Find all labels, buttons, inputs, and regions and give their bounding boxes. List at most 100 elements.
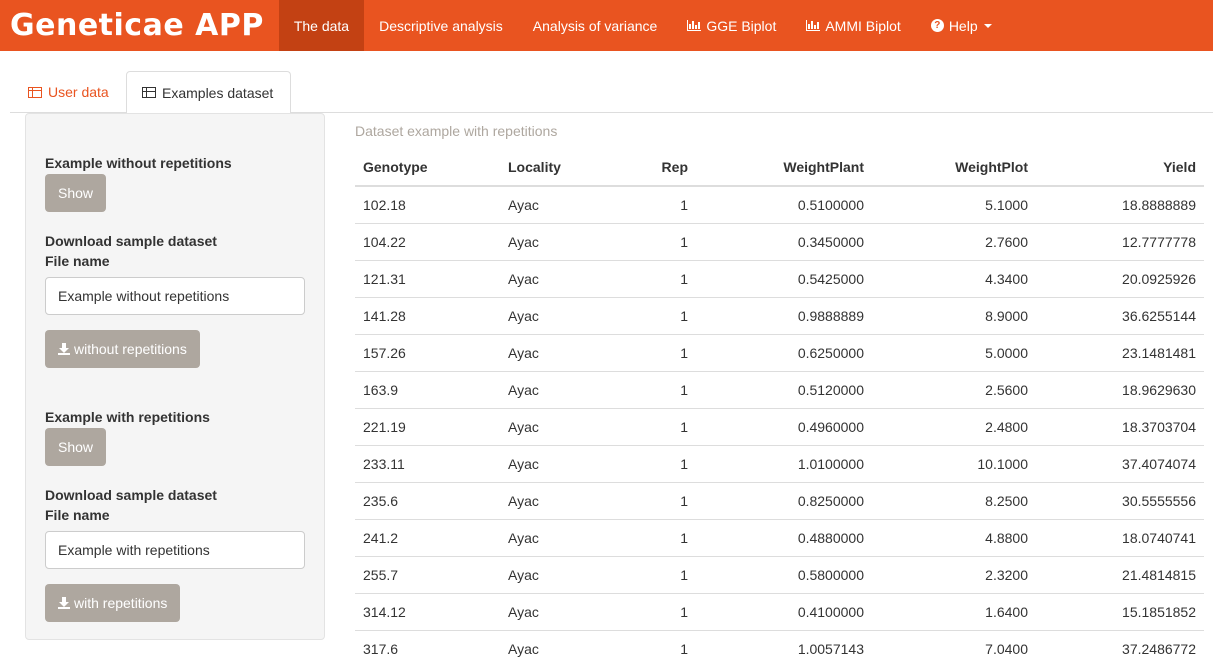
- cell-locality: Ayac: [500, 482, 615, 520]
- download-without-button[interactable]: without repetitions: [45, 330, 200, 368]
- tab-examples-dataset-label: Examples dataset: [162, 84, 274, 101]
- nav-analysis-of-variance-label: Analysis of variance: [532, 17, 658, 34]
- download-with-label: with repetitions: [74, 595, 168, 611]
- cell-yield: 15.1851852: [1036, 593, 1204, 631]
- cell-weightplant: 0.9888889: [696, 297, 872, 335]
- cell-yield: 20.0925926: [1036, 260, 1204, 298]
- cell-yield: 12.7777778: [1036, 223, 1204, 261]
- cell-weightplot: 7.0400: [872, 630, 1036, 657]
- cell-weightplant: 1.0057143: [696, 630, 872, 657]
- cell-genotype: 102.18: [355, 186, 500, 224]
- nav-descriptive-analysis[interactable]: Descriptive analysis: [364, 0, 518, 51]
- table-row: 141.28 Ayac 1 0.9888889 8.9000 36.6255144: [355, 297, 1204, 335]
- cell-weightplot: 5.0000: [872, 334, 1036, 372]
- header-weightplot[interactable]: WeightPlot: [872, 148, 1036, 187]
- cell-genotype: 241.2: [355, 519, 500, 557]
- table-row: 102.18 Ayac 1 0.5100000 5.1000 18.8888889: [355, 186, 1204, 224]
- header-rep[interactable]: Rep: [615, 148, 696, 187]
- nav-analysis-of-variance[interactable]: Analysis of variance: [518, 0, 673, 51]
- navbar: Geneticae APP The data Descriptive analy…: [0, 0, 1213, 51]
- question-circle-icon: ?: [930, 19, 944, 32]
- file-name-with-label: File name: [45, 507, 110, 523]
- cell-rep: 1: [615, 408, 696, 446]
- table-row: 104.22 Ayac 1 0.3450000 2.7600 12.7777778: [355, 223, 1204, 261]
- table-row: 317.6 Ayac 1 1.0057143 7.0400 37.2486772: [355, 630, 1204, 657]
- cell-weightplot: 2.5600: [872, 371, 1036, 409]
- cell-yield: 18.8888889: [1036, 186, 1204, 224]
- app-brand[interactable]: Geneticae APP: [0, 0, 279, 51]
- cell-weightplot: 8.9000: [872, 297, 1036, 335]
- show-with-button[interactable]: Show: [45, 428, 107, 466]
- file-name-with-input[interactable]: [45, 531, 305, 569]
- cell-rep: 1: [615, 297, 696, 335]
- cell-weightplant: 0.5800000: [696, 556, 872, 594]
- cell-weightplant: 1.0100000: [696, 445, 872, 483]
- cell-rep: 1: [615, 556, 696, 594]
- cell-rep: 1: [615, 593, 696, 631]
- cell-yield: 18.9629630: [1036, 371, 1204, 409]
- cell-genotype: 314.12: [355, 593, 500, 631]
- nav-gge-biplot-label: GGE Biplot: [706, 17, 777, 34]
- nav-descriptive-analysis-label: Descriptive analysis: [379, 17, 503, 34]
- cell-genotype: 221.19: [355, 408, 500, 446]
- cell-weightplot: 5.1000: [872, 186, 1036, 224]
- cell-rep: 1: [615, 223, 696, 261]
- tab-user-data[interactable]: User data: [13, 71, 124, 113]
- cell-yield: 23.1481481: [1036, 334, 1204, 372]
- cell-rep: 1: [615, 371, 696, 409]
- table-icon: [28, 86, 42, 98]
- cell-rep: 1: [615, 334, 696, 372]
- download-with-button[interactable]: with repetitions: [45, 584, 181, 622]
- nav-the-data[interactable]: The data: [278, 0, 365, 51]
- tab-examples-dataset[interactable]: Examples dataset: [126, 71, 291, 114]
- cell-weightplant: 0.3450000: [696, 223, 872, 261]
- tab-user-data-label: User data: [48, 84, 109, 100]
- header-yield[interactable]: Yield: [1036, 148, 1204, 187]
- cell-yield: 30.5555556: [1036, 482, 1204, 520]
- table-row: 157.26 Ayac 1 0.6250000 5.0000 23.1481481: [355, 334, 1204, 372]
- cell-weightplant: 0.4960000: [696, 408, 872, 446]
- cell-locality: Ayac: [500, 334, 615, 372]
- header-genotype[interactable]: Genotype: [355, 148, 500, 187]
- table-row: 255.7 Ayac 1 0.5800000 2.3200 21.4814815: [355, 556, 1204, 594]
- cell-genotype: 121.31: [355, 260, 500, 298]
- cell-genotype: 255.7: [355, 556, 500, 594]
- cell-weightplot: 4.3400: [872, 260, 1036, 298]
- nav-help-label: Help: [948, 17, 978, 34]
- table-row: 121.31 Ayac 1 0.5425000 4.3400 20.0925926: [355, 260, 1204, 298]
- file-name-without-input[interactable]: [45, 277, 305, 315]
- nav-gge-biplot[interactable]: GGE Biplot: [672, 0, 791, 51]
- cell-yield: 18.3703704: [1036, 408, 1204, 446]
- cell-locality: Ayac: [500, 260, 615, 298]
- cell-genotype: 163.9: [355, 371, 500, 409]
- cell-weightplot: 2.3200: [872, 556, 1036, 594]
- table-icon: [142, 87, 156, 98]
- header-weightplant[interactable]: WeightPlant: [696, 148, 872, 187]
- header-locality[interactable]: Locality: [500, 148, 615, 187]
- bar-chart-icon: [687, 20, 702, 31]
- table-row: 314.12 Ayac 1 0.4100000 1.6400 15.1851852: [355, 593, 1204, 631]
- example-without-title: Example without repetitions: [45, 155, 232, 171]
- cell-weightplant: 0.5100000: [696, 186, 872, 224]
- cell-locality: Ayac: [500, 408, 615, 446]
- cell-yield: 37.2486772: [1036, 630, 1204, 657]
- table-row: 221.19 Ayac 1 0.4960000 2.4800 18.3703704: [355, 408, 1204, 446]
- nav-help-dropdown[interactable]: ? Help: [916, 0, 1007, 51]
- nav-ammi-biplot[interactable]: AMMI Biplot: [791, 0, 915, 51]
- cell-rep: 1: [615, 482, 696, 520]
- show-without-button[interactable]: Show: [45, 174, 107, 212]
- cell-weightplot: 2.4800: [872, 408, 1036, 446]
- cell-genotype: 317.6: [355, 630, 500, 657]
- cell-locality: Ayac: [500, 445, 615, 483]
- file-name-without-label: File name: [45, 253, 110, 269]
- cell-yield: 21.4814815: [1036, 556, 1204, 594]
- cell-rep: 1: [615, 445, 696, 483]
- cell-weightplot: 10.1000: [872, 445, 1036, 483]
- cell-weightplant: 0.5120000: [696, 371, 872, 409]
- cell-weightplant: 0.4100000: [696, 593, 872, 631]
- table-row: 163.9 Ayac 1 0.5120000 2.5600 18.9629630: [355, 371, 1204, 409]
- cell-locality: Ayac: [500, 186, 615, 224]
- cell-rep: 1: [615, 630, 696, 657]
- cell-weightplot: 4.8800: [872, 519, 1036, 557]
- cell-weightplant: 0.5425000: [696, 260, 872, 298]
